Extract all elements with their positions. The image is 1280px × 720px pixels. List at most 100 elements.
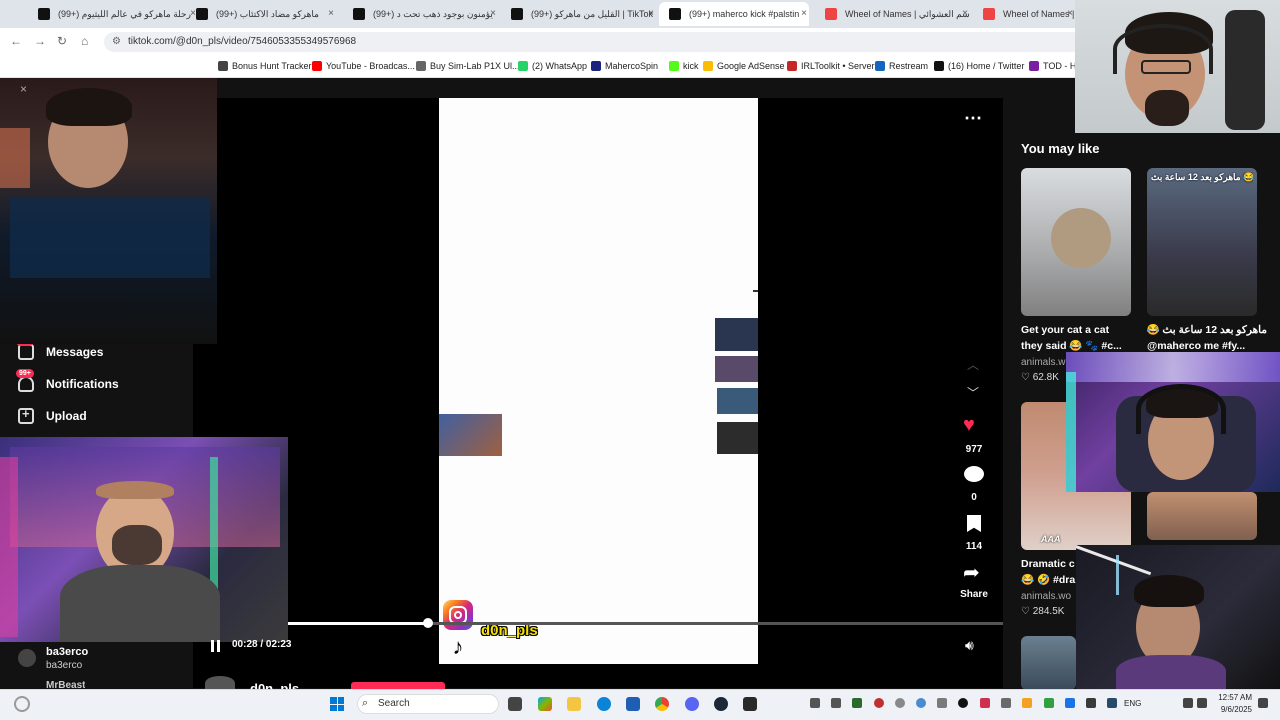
webcam-overlay [1066, 352, 1280, 492]
avatar[interactable] [18, 649, 36, 667]
card-title[interactable]: Get your cat a cat [1021, 322, 1141, 338]
discord-icon[interactable] [685, 697, 699, 711]
sidebar-item-notifications[interactable]: 99+ Notifications [16, 369, 119, 392]
edge-icon[interactable] [597, 697, 611, 711]
messages-icon [18, 344, 34, 360]
share-label[interactable]: Share [950, 589, 998, 600]
tab-item[interactable]: (99+) maherco kick #palstin × [659, 2, 809, 26]
tray-icon[interactable] [895, 698, 905, 708]
windows-start-icon[interactable] [330, 697, 344, 711]
bookmark-item[interactable]: Bonus Hunt Tracker [218, 61, 312, 71]
author-name[interactable]: d0n_pls [250, 680, 320, 689]
tray-icon[interactable] [1107, 698, 1117, 708]
forward-icon[interactable]: → [34, 34, 46, 48]
close-icon[interactable]: × [328, 2, 334, 26]
clock-date[interactable]: 9/6/2025 [1212, 705, 1252, 714]
tray-icon[interactable] [810, 698, 820, 708]
close-icon[interactable]: × [1067, 2, 1073, 26]
tab-item[interactable]: (99+) ماهركو مضاد الاكتئاب × [186, 2, 336, 26]
clock-time[interactable]: 12:57 AM [1218, 693, 1252, 702]
bookmark-item[interactable]: Google AdSense [703, 61, 785, 71]
bookmark-item[interactable]: kick [669, 61, 699, 71]
bookmark-item[interactable]: YouTube - Broadcas... [312, 61, 415, 71]
following-name[interactable]: MrBeast [46, 680, 85, 689]
close-icon[interactable]: × [648, 2, 654, 26]
steam-icon[interactable] [714, 697, 728, 711]
instagram-icon [443, 600, 473, 630]
share-icon[interactable]: ➦ [963, 560, 980, 585]
file-explorer-icon[interactable] [567, 697, 581, 711]
divider [753, 290, 758, 292]
tray-icon[interactable] [1022, 698, 1032, 708]
bookmark-item[interactable]: (16) Home / Twitter [934, 61, 1024, 71]
task-view-icon[interactable] [508, 697, 522, 711]
tray-icon[interactable] [831, 698, 841, 708]
tab-item[interactable]: (99+) يؤمنون بوجود ذهب تحت د × [343, 2, 498, 26]
bookmark-item[interactable]: MahercoSpin [591, 61, 658, 71]
recommendation-thumbnail[interactable] [1147, 492, 1257, 540]
more-options-icon[interactable]: ⋯ [964, 108, 983, 129]
card-title[interactable]: Dramatic c [1021, 556, 1076, 572]
bookmark-favicon-icon [591, 61, 601, 71]
tray-icon[interactable] [1044, 698, 1054, 708]
language-indicator[interactable]: ENG [1124, 699, 1141, 708]
close-icon[interactable]: × [490, 2, 496, 26]
tray-icon[interactable] [852, 698, 862, 708]
tray-icon[interactable] [916, 698, 926, 708]
tray-icon[interactable] [980, 698, 990, 708]
store-icon[interactable] [626, 697, 640, 711]
bookmark-item[interactable]: (2) WhatsApp [518, 61, 587, 71]
tab-item[interactable]: Wheel of Names | عشوائي× [973, 2, 1075, 26]
tab-item[interactable]: Wheel of Names | اسم العشوائي × [815, 2, 970, 26]
bookmark-item[interactable]: TOD - Ho [1029, 61, 1075, 71]
recommendation-thumbnail[interactable] [1021, 168, 1131, 316]
site-info-icon[interactable]: ⚙ [112, 36, 121, 47]
notification-bell-icon[interactable] [1258, 698, 1268, 708]
bookmark-label: IRLToolkit • Server [801, 61, 875, 71]
tab-item[interactable]: (99+) القليل من ماهركو | TikTok × [501, 2, 656, 26]
recommendation-thumbnail[interactable] [1021, 636, 1076, 690]
card-title[interactable]: ماهركو بعد 12 ساعة بث 😂 [1147, 322, 1267, 338]
bookmark-item[interactable]: Buy Sim-Lab P1X Ul... [416, 61, 520, 71]
card-source: animals.wo [1021, 591, 1072, 602]
tray-icon[interactable] [1001, 698, 1011, 708]
card-title[interactable]: 😂 🤣 #dra [1021, 572, 1076, 588]
reload-icon[interactable]: ↻ [57, 34, 67, 48]
sidebar-item-upload[interactable]: + Upload [18, 406, 87, 424]
chevron-up-icon[interactable]: ︿ [967, 356, 979, 373]
epic-games-icon[interactable] [743, 697, 757, 711]
wifi-icon[interactable] [1183, 698, 1193, 708]
tab-favicon-icon [511, 8, 523, 20]
bookmark-item[interactable]: Restream [875, 61, 928, 71]
home-icon[interactable]: ⌂ [81, 34, 88, 48]
card-likes: ♡ 284.5K [1021, 606, 1065, 617]
widgets-icon[interactable] [14, 696, 30, 712]
volume-icon[interactable]: 🔊︎ [965, 637, 974, 654]
tab-item[interactable]: (99+) رحلة ماهركو في عالم الليثيوم × [28, 2, 198, 26]
tray-icon[interactable] [958, 698, 968, 708]
close-icon[interactable]: × [962, 2, 968, 26]
sidebar-item-messages[interactable]: 99+ Messages [16, 337, 103, 360]
chevron-down-icon[interactable]: ﹀ [967, 384, 979, 401]
back-icon[interactable]: ← [10, 34, 22, 48]
recommendation-thumbnail[interactable]: ماهركو بعد 12 ساعة بث 😂 [1147, 168, 1257, 316]
tray-icon[interactable] [1086, 698, 1096, 708]
follow-button[interactable] [351, 682, 445, 689]
author-avatar[interactable] [205, 676, 235, 690]
save-count: 114 [965, 541, 983, 552]
video-player[interactable]: ♪ d0n_pls [439, 98, 758, 664]
following-name[interactable]: ba3erco [46, 646, 88, 658]
bookmark-item[interactable]: IRLToolkit • Server [787, 61, 875, 71]
pause-icon[interactable] [210, 640, 222, 652]
tray-icon[interactable] [937, 698, 947, 708]
progress-handle[interactable] [422, 618, 433, 628]
bluetooth-icon[interactable] [1065, 698, 1075, 708]
bookmark-label: MahercoSpin [605, 61, 659, 71]
tray-icon[interactable] [874, 698, 884, 708]
comment-icon[interactable] [964, 466, 984, 482]
close-icon[interactable]: × [801, 2, 807, 26]
copilot-icon[interactable] [538, 697, 552, 711]
chrome-icon[interactable] [655, 697, 669, 711]
speaker-icon[interactable] [1197, 698, 1207, 708]
heart-icon[interactable]: ♥ [963, 414, 975, 437]
